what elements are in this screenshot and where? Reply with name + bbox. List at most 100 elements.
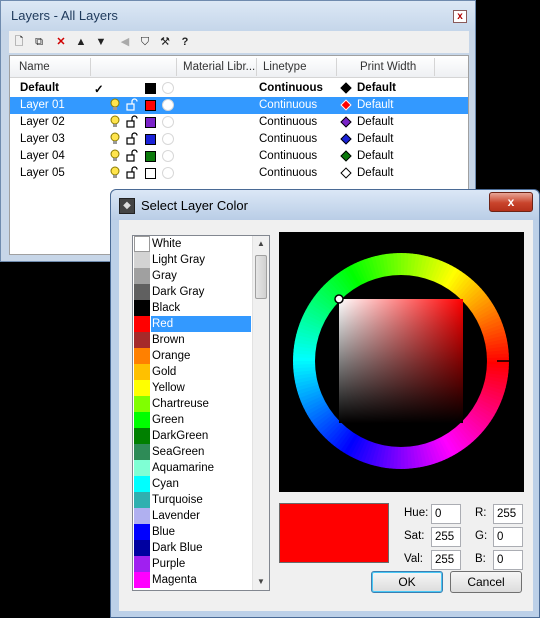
layer-color-swatch[interactable]	[145, 168, 156, 179]
green-field[interactable]: 0	[493, 527, 523, 547]
print-color-diamond-icon[interactable]	[340, 116, 352, 128]
color-list-item[interactable]: Turquoise	[133, 492, 251, 508]
layer-color-swatch[interactable]	[145, 100, 156, 111]
layer-color-swatch[interactable]	[145, 151, 156, 162]
material-icon[interactable]	[162, 167, 174, 179]
column-header-material[interactable]: Material Libr...	[183, 61, 255, 73]
color-list-item[interactable]: Blue	[133, 524, 251, 540]
layer-name[interactable]: Layer 03	[20, 133, 65, 145]
print-width-value[interactable]: Default	[357, 167, 393, 179]
color-list-item[interactable]: Yellow	[133, 380, 251, 396]
move-down-icon[interactable]: ▼	[93, 34, 109, 50]
color-list-item[interactable]: Dark Blue	[133, 540, 251, 556]
print-color-diamond-icon[interactable]	[340, 167, 352, 179]
color-list-item[interactable]: Aquamarine	[133, 460, 251, 476]
visibility-bulb-icon[interactable]	[110, 149, 120, 163]
scroll-thumb[interactable]	[255, 255, 267, 299]
color-list-scrollbar[interactable]: ▲ ▼	[252, 236, 269, 590]
material-icon[interactable]	[162, 82, 174, 94]
lock-open-icon[interactable]	[126, 132, 138, 146]
color-list-item[interactable]: DarkGreen	[133, 428, 251, 444]
print-width-value[interactable]: Default	[357, 133, 393, 145]
print-width-value[interactable]: Default	[357, 116, 393, 128]
scroll-up-icon[interactable]: ▲	[253, 236, 269, 252]
layer-name[interactable]: Layer 05	[20, 167, 65, 179]
color-list-item[interactable]: Magenta	[133, 572, 251, 588]
move-up-icon[interactable]: ▲	[73, 34, 89, 50]
material-icon[interactable]	[162, 150, 174, 162]
layer-row[interactable]: Layer 05 Continuous Default	[10, 165, 468, 182]
linetype-value[interactable]: Continuous	[259, 99, 317, 111]
linetype-value[interactable]: Continuous	[259, 82, 323, 94]
linetype-value[interactable]: Continuous	[259, 167, 317, 179]
val-field[interactable]: 255	[431, 550, 461, 570]
lock-open-icon[interactable]	[126, 115, 138, 129]
visibility-bulb-icon[interactable]	[110, 115, 120, 129]
filter-icon[interactable]: ⛉	[137, 34, 153, 50]
layer-color-swatch[interactable]	[145, 83, 156, 94]
column-header-print-width[interactable]: Print Width	[360, 61, 416, 73]
print-width-value[interactable]: Default	[357, 150, 393, 162]
cancel-button[interactable]: Cancel	[450, 571, 522, 593]
dialog-close-button[interactable]: x	[489, 192, 533, 212]
color-list-item[interactable]: Green	[133, 412, 251, 428]
hue-field[interactable]: 0	[431, 504, 461, 524]
new-sublayer-icon[interactable]: ⧉	[31, 34, 47, 50]
ok-button[interactable]: OK	[371, 571, 443, 593]
layer-color-swatch[interactable]	[145, 117, 156, 128]
material-icon[interactable]	[162, 99, 174, 111]
layers-title-bar[interactable]: Layers - All Layers x	[1, 1, 475, 31]
move-back-icon[interactable]: ◀	[117, 34, 133, 50]
color-list-item[interactable]: Red	[133, 316, 251, 332]
blue-field[interactable]: 0	[493, 550, 523, 570]
linetype-value[interactable]: Continuous	[259, 133, 317, 145]
color-list-item[interactable]: Gold	[133, 364, 251, 380]
color-list-item[interactable]: White	[133, 236, 251, 252]
print-color-diamond-icon[interactable]	[340, 150, 352, 162]
visibility-bulb-icon[interactable]	[110, 98, 120, 112]
color-list[interactable]: White Light Gray Gray Dark Gray Black Red Brow…	[132, 235, 270, 591]
color-list-item[interactable]: Orange	[133, 348, 251, 364]
layer-name[interactable]: Default	[20, 82, 59, 94]
layer-row[interactable]: Layer 03 Continuous Default	[10, 131, 468, 148]
layer-name[interactable]: Layer 02	[20, 116, 65, 128]
print-width-value[interactable]: Default	[357, 99, 393, 111]
red-field[interactable]: 255	[493, 504, 523, 524]
layer-row[interactable]: Layer 02 Continuous Default	[10, 114, 468, 131]
print-color-diamond-icon[interactable]	[340, 82, 352, 94]
linetype-value[interactable]: Continuous	[259, 150, 317, 162]
material-icon[interactable]	[162, 133, 174, 145]
color-wheel[interactable]	[279, 232, 524, 492]
color-list-item[interactable]: Dark Gray	[133, 284, 251, 300]
color-list-item[interactable]: Chartreuse	[133, 396, 251, 412]
sat-field[interactable]: 255	[431, 527, 461, 547]
visibility-bulb-icon[interactable]	[110, 166, 120, 180]
delete-layer-icon[interactable]: ✕	[53, 34, 69, 50]
linetype-value[interactable]: Continuous	[259, 116, 317, 128]
material-icon[interactable]	[162, 116, 174, 128]
print-color-diamond-icon[interactable]	[340, 133, 352, 145]
layer-name[interactable]: Layer 01	[20, 99, 65, 111]
dialog-title-bar[interactable]: ◆ Select Layer Color x	[111, 190, 539, 220]
color-picker-handle[interactable]	[334, 294, 344, 304]
layer-color-swatch[interactable]	[145, 134, 156, 145]
current-layer-checkmark-icon[interactable]: ✓	[94, 82, 104, 96]
color-list-item[interactable]: Brown	[133, 332, 251, 348]
print-width-value[interactable]: Default	[357, 82, 396, 94]
color-list-item[interactable]: Purple	[133, 556, 251, 572]
print-color-diamond-icon[interactable]	[340, 99, 352, 111]
lock-open-icon[interactable]	[126, 149, 138, 163]
layer-row[interactable]: Layer 01 Continuous Default	[10, 97, 468, 114]
lock-open-icon[interactable]	[126, 98, 138, 112]
new-layer-icon[interactable]: 🗋	[11, 34, 27, 50]
visibility-bulb-icon[interactable]	[110, 132, 120, 146]
tools-icon[interactable]: ⚒	[157, 34, 173, 50]
color-list-item[interactable]: Light Gray	[133, 252, 251, 268]
layers-close-button[interactable]: x	[453, 10, 467, 23]
column-header-linetype[interactable]: Linetype	[263, 61, 306, 73]
layer-row[interactable]: Layer 04 Continuous Default	[10, 148, 468, 165]
color-list-item[interactable]: SeaGreen	[133, 444, 251, 460]
color-list-item[interactable]: Black	[133, 300, 251, 316]
column-header-name[interactable]: Name	[19, 61, 50, 73]
layer-row[interactable]: Default ✓ Continuous Default	[10, 80, 468, 97]
